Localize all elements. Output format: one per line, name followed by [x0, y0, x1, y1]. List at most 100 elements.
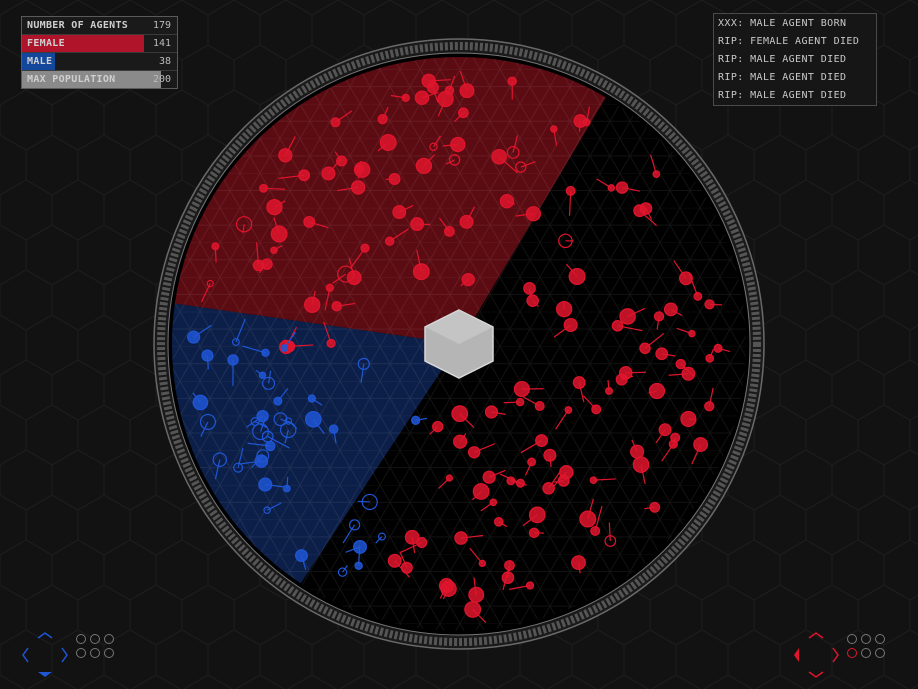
- agent[interactable]: [468, 586, 485, 603]
- agent[interactable]: [387, 553, 402, 568]
- agent[interactable]: [412, 263, 430, 281]
- agent[interactable]: [227, 354, 239, 366]
- agent[interactable]: [360, 243, 370, 253]
- agent[interactable]: [443, 226, 455, 237]
- agent[interactable]: [484, 405, 499, 419]
- dpad-blue-icon[interactable]: [22, 632, 68, 678]
- agent[interactable]: [432, 420, 444, 433]
- agent[interactable]: [201, 349, 214, 362]
- agent[interactable]: [639, 202, 653, 215]
- agent[interactable]: [605, 386, 613, 395]
- agent[interactable]: [278, 148, 293, 163]
- agent[interactable]: [445, 474, 453, 482]
- agent[interactable]: [704, 401, 715, 412]
- agent[interactable]: [451, 405, 469, 423]
- agent[interactable]: [555, 300, 573, 318]
- agent[interactable]: [354, 164, 365, 174]
- agent[interactable]: [400, 561, 413, 574]
- agent[interactable]: [280, 344, 289, 352]
- agent[interactable]: [187, 330, 201, 344]
- agent[interactable]: [307, 394, 316, 403]
- agent[interactable]: [515, 397, 525, 407]
- agent[interactable]: [298, 169, 311, 182]
- agent[interactable]: [619, 308, 636, 325]
- agent[interactable]: [679, 271, 693, 286]
- agent[interactable]: [410, 217, 425, 232]
- agent[interactable]: [501, 571, 515, 585]
- agent[interactable]: [259, 183, 268, 193]
- agent[interactable]: [693, 291, 703, 301]
- agent[interactable]: [482, 470, 496, 484]
- agent[interactable]: [527, 457, 537, 467]
- agent[interactable]: [632, 456, 650, 473]
- agent[interactable]: [663, 302, 678, 317]
- agent[interactable]: [658, 423, 672, 437]
- agent[interactable]: [401, 93, 410, 103]
- agent[interactable]: [535, 434, 549, 447]
- agent[interactable]: [493, 517, 504, 527]
- agent[interactable]: [325, 283, 334, 292]
- agent[interactable]: [261, 348, 270, 357]
- agent[interactable]: [258, 477, 273, 492]
- agent[interactable]: [384, 236, 395, 246]
- agent[interactable]: [543, 448, 557, 462]
- agent[interactable]: [336, 155, 348, 167]
- agent[interactable]: [461, 272, 475, 287]
- agent[interactable]: [615, 373, 628, 386]
- agent[interactable]: [328, 424, 339, 434]
- agent[interactable]: [478, 559, 487, 568]
- agent[interactable]: [615, 181, 629, 194]
- agent[interactable]: [525, 206, 542, 222]
- agent[interactable]: [416, 536, 428, 549]
- agent[interactable]: [411, 415, 421, 425]
- agent[interactable]: [591, 404, 602, 415]
- agent[interactable]: [680, 410, 697, 428]
- agent[interactable]: [653, 311, 665, 322]
- agent[interactable]: [392, 205, 407, 220]
- agent[interactable]: [459, 214, 474, 229]
- agent[interactable]: [270, 246, 278, 255]
- agent[interactable]: [681, 366, 696, 381]
- agent[interactable]: [453, 434, 468, 449]
- agent[interactable]: [534, 401, 545, 411]
- agent[interactable]: [303, 215, 316, 228]
- agent[interactable]: [571, 555, 586, 571]
- dpad-red-icon[interactable]: [793, 632, 839, 678]
- agent[interactable]: [525, 581, 535, 590]
- agent[interactable]: [353, 539, 367, 554]
- agent[interactable]: [192, 394, 209, 411]
- agent[interactable]: [572, 376, 586, 390]
- agent[interactable]: [550, 125, 558, 133]
- agent[interactable]: [330, 117, 341, 128]
- agent[interactable]: [507, 76, 517, 86]
- agent[interactable]: [377, 113, 388, 125]
- agent[interactable]: [649, 501, 661, 513]
- agent[interactable]: [528, 527, 540, 539]
- agent[interactable]: [590, 525, 601, 536]
- agent[interactable]: [415, 157, 433, 175]
- agent[interactable]: [264, 440, 276, 452]
- agent[interactable]: [472, 483, 490, 500]
- agent[interactable]: [464, 601, 482, 618]
- agent[interactable]: [467, 446, 481, 459]
- agent[interactable]: [630, 444, 645, 459]
- agent[interactable]: [639, 342, 651, 355]
- agent[interactable]: [252, 259, 265, 272]
- agent[interactable]: [607, 184, 616, 192]
- agent[interactable]: [270, 225, 288, 243]
- agent[interactable]: [273, 396, 283, 406]
- agent[interactable]: [414, 90, 430, 105]
- agent[interactable]: [648, 382, 666, 400]
- agent[interactable]: [568, 268, 586, 286]
- agent[interactable]: [559, 465, 574, 480]
- agent[interactable]: [258, 371, 267, 379]
- agent[interactable]: [499, 193, 515, 209]
- agent[interactable]: [331, 300, 342, 312]
- agent[interactable]: [266, 198, 283, 216]
- agent[interactable]: [523, 282, 536, 295]
- agent[interactable]: [254, 454, 269, 468]
- agent[interactable]: [491, 148, 507, 165]
- agent[interactable]: [354, 561, 363, 571]
- agent[interactable]: [321, 166, 336, 181]
- agent[interactable]: [295, 549, 308, 563]
